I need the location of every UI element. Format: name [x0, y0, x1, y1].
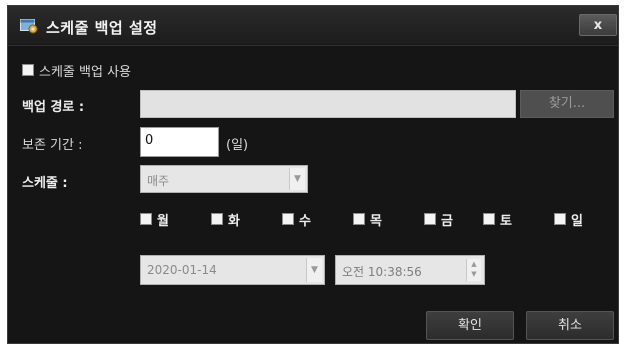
- ok-button[interactable]: 확인: [426, 311, 514, 340]
- day-label-wed: 수: [299, 214, 311, 229]
- day-checkbox-wed[interactable]: [282, 213, 294, 225]
- enable-schedule-label: 스케줄 백업 사용: [39, 65, 131, 80]
- retention-label: 보존 기간 :: [22, 138, 83, 153]
- date-value: 2020-01-14: [147, 263, 217, 277]
- close-button[interactable]: x: [579, 14, 617, 36]
- day-checkbox-sat[interactable]: [483, 213, 495, 225]
- date-picker[interactable]: 2020-01-14 ▼: [140, 255, 325, 285]
- day-checkbox-tue[interactable]: [211, 213, 223, 225]
- enable-schedule-checkbox[interactable]: [22, 64, 34, 76]
- day-label-sun: 일: [571, 214, 583, 229]
- schedule-selected-value: 매주: [147, 174, 170, 188]
- chevron-down-icon[interactable]: ▼: [306, 258, 322, 282]
- day-checkbox-fri[interactable]: [424, 213, 436, 225]
- day-label-sat: 토: [500, 214, 512, 229]
- settings-window-icon: [20, 19, 38, 34]
- title-bar: 스케줄 백업 설정 x: [8, 6, 618, 46]
- day-label-fri: 금: [441, 214, 453, 229]
- time-value: 오전 10:38:56: [342, 265, 422, 279]
- day-checkbox-thu[interactable]: [353, 213, 365, 225]
- schedule-label: 스케줄 :: [22, 176, 68, 191]
- dialog-title: 스케줄 백업 설정: [46, 19, 158, 37]
- find-button[interactable]: 찾기...: [520, 90, 614, 118]
- backup-path-label: 백업 경로 :: [22, 100, 85, 115]
- schedule-backup-dialog: 스케줄 백업 설정 x 스케줄 백업 사용 백업 경로 : 찾기... 보존 기…: [7, 5, 619, 344]
- day-label-tue: 화: [228, 214, 240, 229]
- time-spinner[interactable]: 오전 10:38:56 ▲ ▼: [335, 255, 485, 285]
- spin-arrows-icon[interactable]: ▲ ▼: [466, 259, 481, 281]
- retention-days-input[interactable]: 0: [140, 127, 219, 157]
- day-label-thu: 목: [370, 214, 382, 229]
- chevron-down-icon[interactable]: ▼: [289, 168, 305, 190]
- retention-unit: (일): [226, 138, 249, 153]
- schedule-select[interactable]: 매주 ▼: [140, 165, 308, 193]
- day-label-mon: 월: [157, 214, 169, 229]
- cancel-button[interactable]: 취소: [526, 311, 614, 340]
- backup-path-input[interactable]: [140, 90, 516, 118]
- day-checkbox-mon[interactable]: [140, 213, 152, 225]
- day-checkbox-sun[interactable]: [554, 213, 566, 225]
